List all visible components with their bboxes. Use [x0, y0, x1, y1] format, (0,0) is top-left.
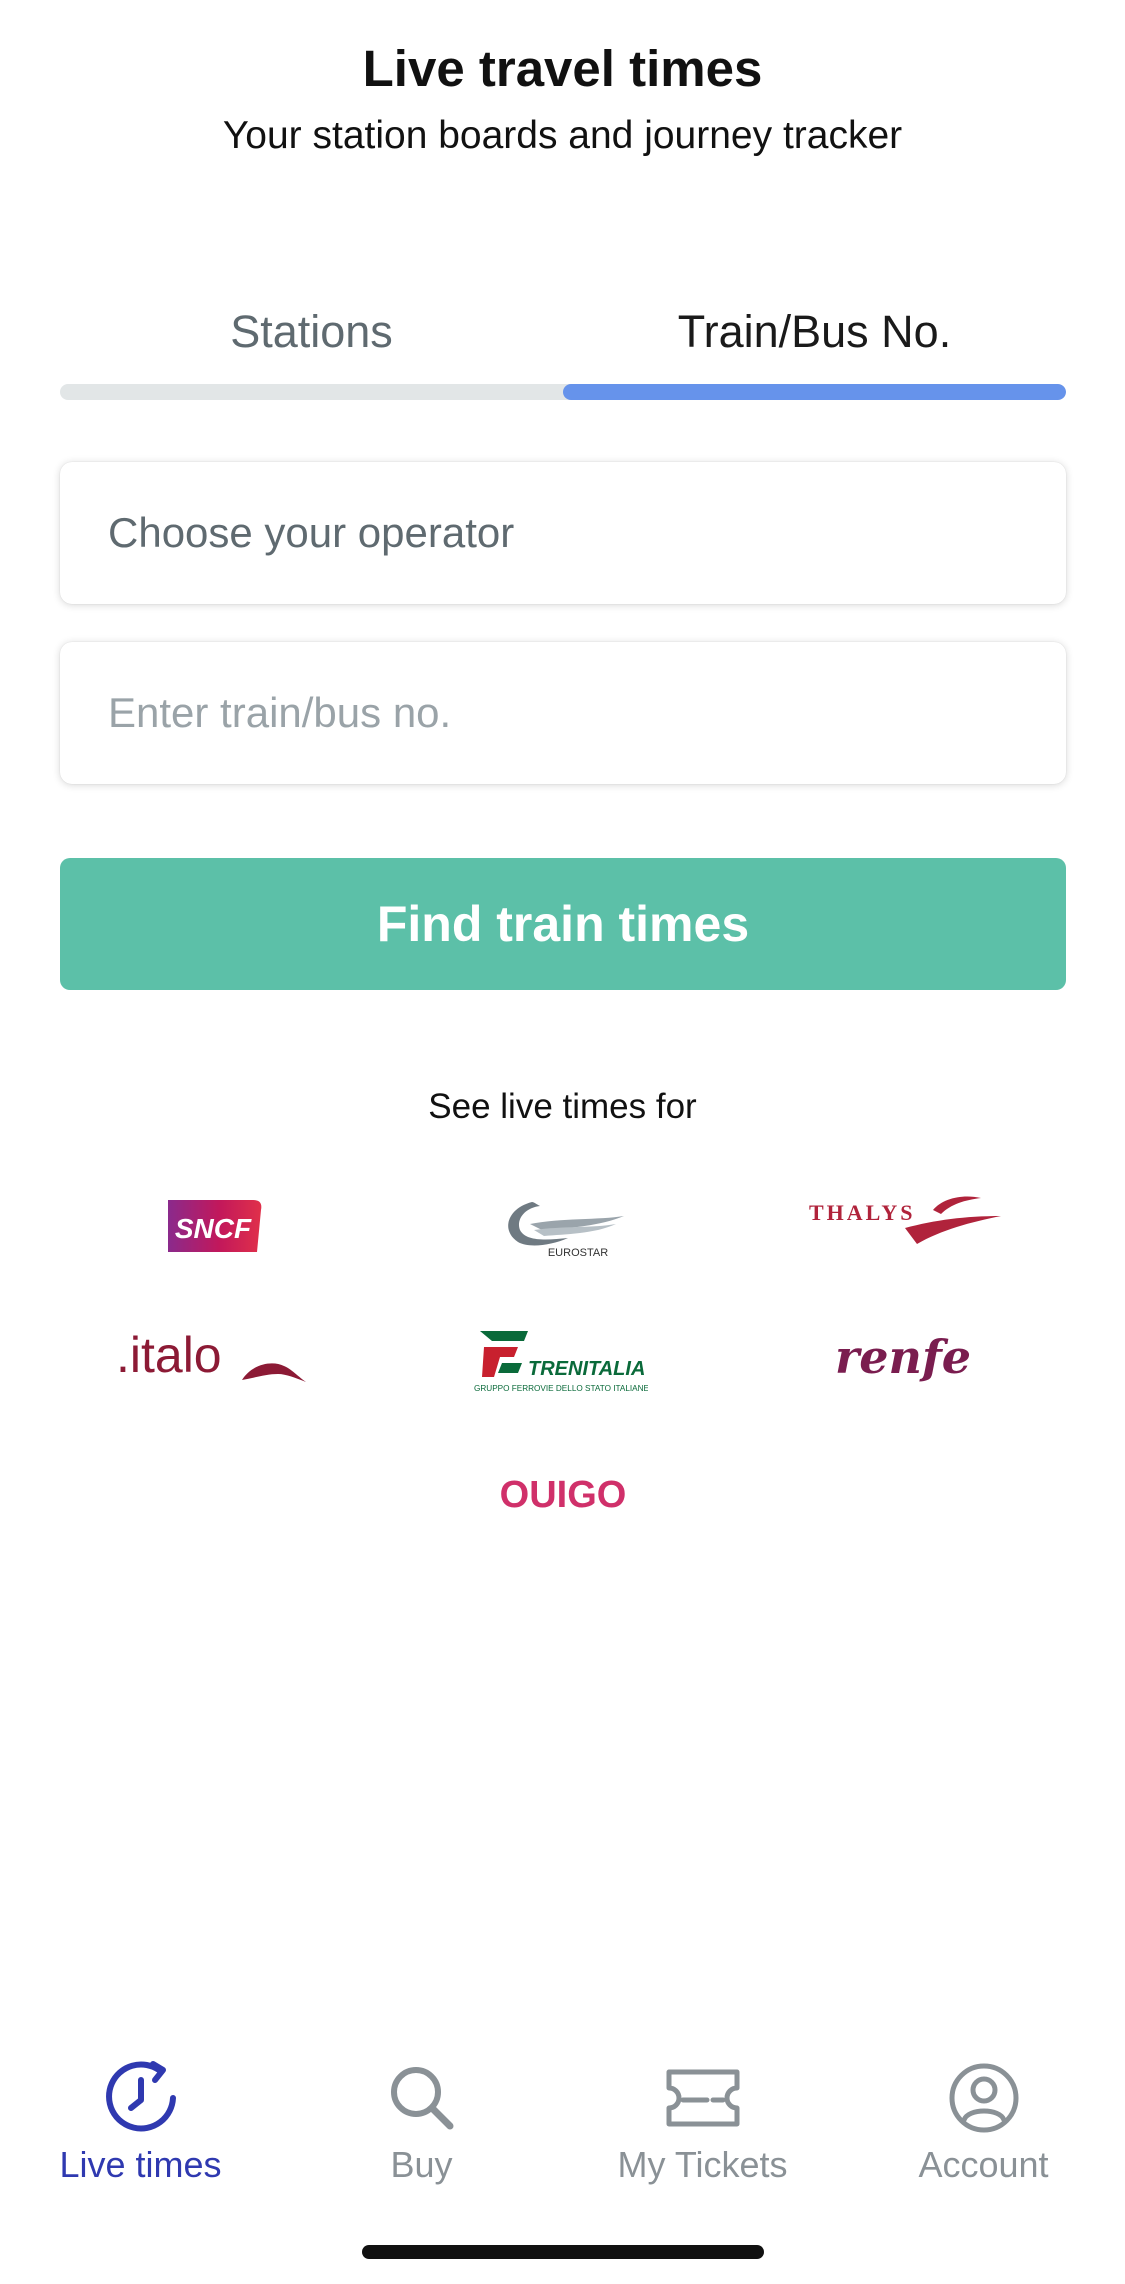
svg-text:GRUPPO FERROVIE DELLO STATO IT: GRUPPO FERROVIE DELLO STATO ITALIANE: [474, 1384, 648, 1393]
nav-live-times[interactable]: Live times: [0, 2040, 281, 2190]
nav-my-tickets-label: My Tickets: [617, 2144, 788, 2185]
renfe-logo-image: renfe: [835, 1330, 971, 1384]
nav-buy-label: Buy: [390, 2144, 453, 2185]
svg-text:EUROSTAR: EUROSTAR: [548, 1247, 608, 1259]
svg-text:THALYS: THALYS: [809, 1200, 915, 1225]
eurostar-logo-image: EUROSTAR: [508, 1202, 624, 1259]
nav-buy[interactable]: Buy: [281, 2040, 562, 2190]
mode-tabs: Stations Train/Bus No.: [60, 292, 1066, 400]
find-train-times-button[interactable]: Find train times: [60, 858, 1066, 990]
nav-my-tickets[interactable]: My Tickets: [562, 2040, 843, 2190]
svg-text:TRENITALIA: TRENITALIA: [528, 1358, 645, 1380]
bottom-navigation: Live times Buy My Tickets Account: [0, 2040, 1125, 2210]
tab-train-bus-number[interactable]: Train/Bus No.: [563, 292, 1066, 372]
operator-select-placeholder: Choose your operator: [108, 509, 515, 556]
trenitalia-logo-image: TRENITALIA GRUPPO FERROVIE DELLO STATO I…: [474, 1331, 648, 1393]
ouigo-logo[interactable]: OUIGO: [485, 1460, 640, 1526]
train-number-input[interactable]: [108, 642, 1008, 784]
page-header: Live travel times Your station boards an…: [0, 34, 1125, 166]
renfe-logo[interactable]: renfe: [830, 1320, 980, 1396]
nav-account[interactable]: Account: [843, 2040, 1124, 2190]
italo-logo[interactable]: .italo: [112, 1318, 312, 1396]
tab-stations[interactable]: Stations: [60, 292, 563, 372]
trenitalia-logo[interactable]: TRENITALIA GRUPPO FERROVIE DELLO STATO I…: [470, 1318, 650, 1400]
nav-account-label: Account: [918, 2144, 1049, 2185]
thalys-logo-image: THALYS: [809, 1196, 1001, 1244]
eurostar-logo[interactable]: EUROSTAR: [485, 1186, 635, 1266]
sncf-logo-image: SNCF: [168, 1200, 262, 1252]
thalys-logo[interactable]: THALYS: [805, 1184, 1005, 1256]
ticket-icon: [562, 2058, 843, 2138]
svg-text:OUIGO: OUIGO: [499, 1474, 626, 1516]
page-subtitle: Your station boards and journey tracker: [222, 114, 903, 157]
italo-logo-image: .italo: [116, 1327, 306, 1383]
sncf-logo[interactable]: SNCF: [150, 1190, 280, 1262]
nav-live-times-label: Live times: [59, 2144, 222, 2185]
operators-heading: See live times for: [428, 1087, 697, 1126]
svg-text:.italo: .italo: [116, 1327, 222, 1383]
account-icon: [843, 2058, 1124, 2138]
svg-text:renfe: renfe: [835, 1330, 971, 1384]
search-icon: [281, 2058, 562, 2138]
page-title: Live travel times: [362, 40, 763, 97]
train-number-field: [60, 642, 1066, 784]
svg-text:SNCF: SNCF: [175, 1213, 252, 1244]
ouigo-logo-image: OUIGO: [499, 1474, 626, 1516]
tab-indicator-track: [60, 384, 1066, 400]
home-indicator[interactable]: [362, 2245, 764, 2259]
clock-icon: [0, 2058, 281, 2138]
operator-select[interactable]: Choose your operator: [60, 462, 1066, 604]
tab-indicator-active: [563, 384, 1066, 400]
